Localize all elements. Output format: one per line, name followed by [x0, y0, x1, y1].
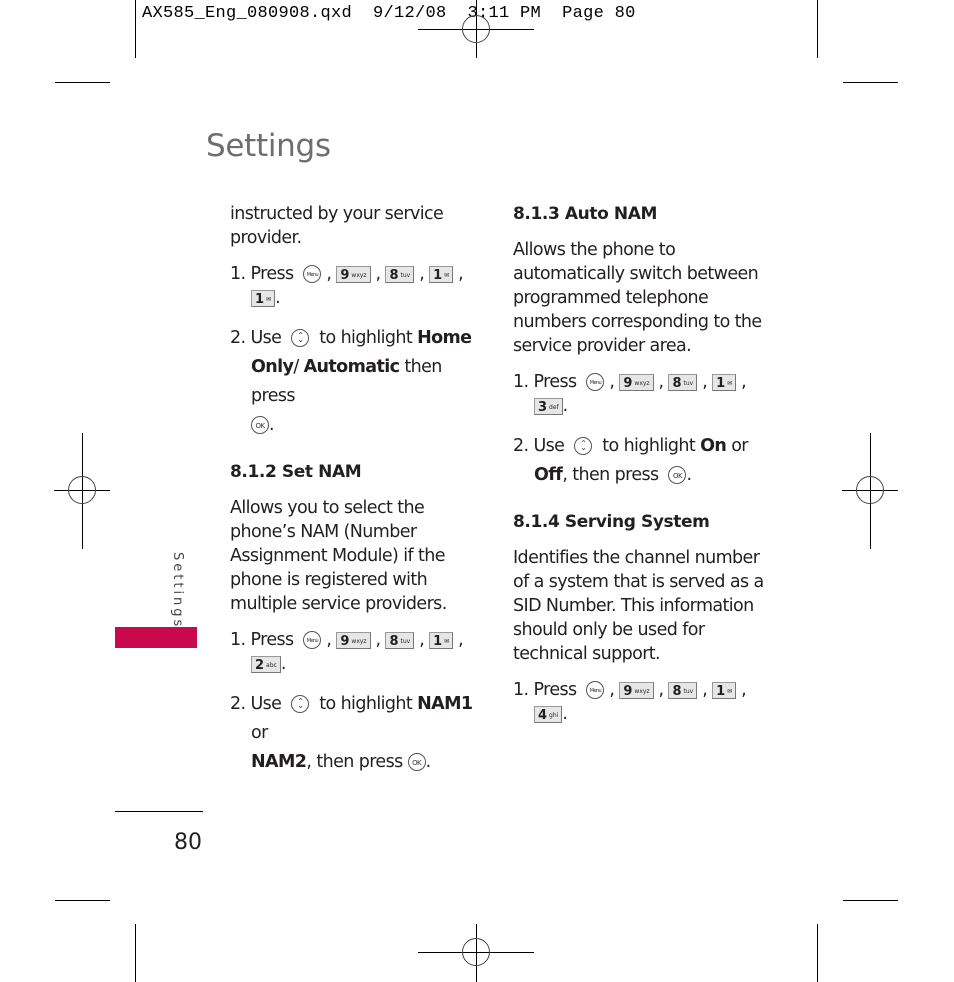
- key-9-icon: 9 wxyz: [336, 631, 371, 649]
- key-8-icon: 8 tuv: [385, 631, 415, 649]
- key-8-icon: 8 tuv: [385, 265, 415, 283]
- navigation-key-icon: [574, 435, 593, 455]
- key-1-icon: 1 ✉: [429, 265, 454, 283]
- step-1-press: 1. Press Menu , 9 wxyz , 8 tuv , 1 ✉ , 2 abc…: [230, 630, 464, 674]
- ok-key-icon: OK: [251, 416, 269, 434]
- step-1-press: 1. Press Menu , 9 wxyz , 8 tuv , 1 ✉ , 4 ghi…: [513, 680, 747, 724]
- key-8-icon: 8 tuv: [668, 373, 698, 391]
- section-body-serving-system: Identifies the channel number of a syste…: [513, 548, 764, 664]
- menu-key-icon: Menu: [586, 681, 605, 699]
- key-2-icon: 2 abc: [251, 655, 281, 673]
- section-heading-auto-nam: 8.1.3 Auto NAM: [513, 204, 658, 224]
- section-heading-set-nam: 8.1.2 Set NAM: [230, 462, 362, 482]
- key-1-icon: 1 ✉: [251, 289, 276, 307]
- page-number: 80: [174, 830, 202, 855]
- print-slug: AX585_Eng_080908.qxd 9/12/08 3:11 PM Pag…: [142, 4, 636, 23]
- key-1-icon: 1 ✉: [712, 373, 737, 391]
- ok-key-icon: OK: [407, 753, 426, 771]
- left-column: instructed by your service provider. 1. …: [230, 202, 490, 777]
- key-9-icon: 9 wxyz: [619, 681, 654, 699]
- menu-key-icon: Menu: [303, 265, 322, 283]
- menu-key-icon: Menu: [586, 373, 605, 391]
- step-1-press: 1. Press Menu , 9 wxyz , 8 tuv , 1 ✉ , 1 ✉.: [230, 264, 464, 308]
- ok-key-icon: OK: [668, 466, 687, 484]
- section-body-auto-nam: Allows the phone to automatically switch…: [513, 240, 762, 356]
- page-title: Settings: [206, 128, 331, 164]
- key-3-icon: 3 def: [534, 397, 563, 415]
- key-1-icon: 1 ✉: [712, 681, 737, 699]
- key-9-icon: 9 wxyz: [336, 265, 371, 283]
- navigation-key-icon: [291, 693, 310, 713]
- footer-rule: [115, 811, 203, 812]
- right-column: 8.1.3 Auto NAM Allows the phone to autom…: [513, 202, 773, 726]
- step-2-use: 2. Use to highlight On or Off, then pres…: [513, 432, 773, 490]
- section-heading-serving-system: 8.1.4 Serving System: [513, 512, 710, 532]
- step-2-use: 2. Use to highlight Home Only/ Automatic…: [230, 324, 490, 440]
- menu-key-icon: Menu: [303, 631, 322, 649]
- section-body-set-nam: Allows you to select the phone’s NAM (Nu…: [230, 498, 447, 614]
- key-1-icon: 1 ✉: [429, 631, 454, 649]
- key-9-icon: 9 wxyz: [619, 373, 654, 391]
- intro-text: instructed by your service provider.: [230, 204, 444, 248]
- side-tab-bar: [115, 627, 197, 648]
- step-1-press: 1. Press Menu , 9 wxyz , 8 tuv , 1 ✉ , 3 def…: [513, 372, 747, 416]
- side-tab-label: Settings: [170, 552, 185, 630]
- navigation-key-icon: [291, 327, 310, 347]
- step-2-use: 2. Use to highlight NAM1 or NAM2, then p…: [230, 690, 490, 777]
- key-8-icon: 8 tuv: [668, 681, 698, 699]
- key-4-icon: 4 ghi: [534, 705, 563, 723]
